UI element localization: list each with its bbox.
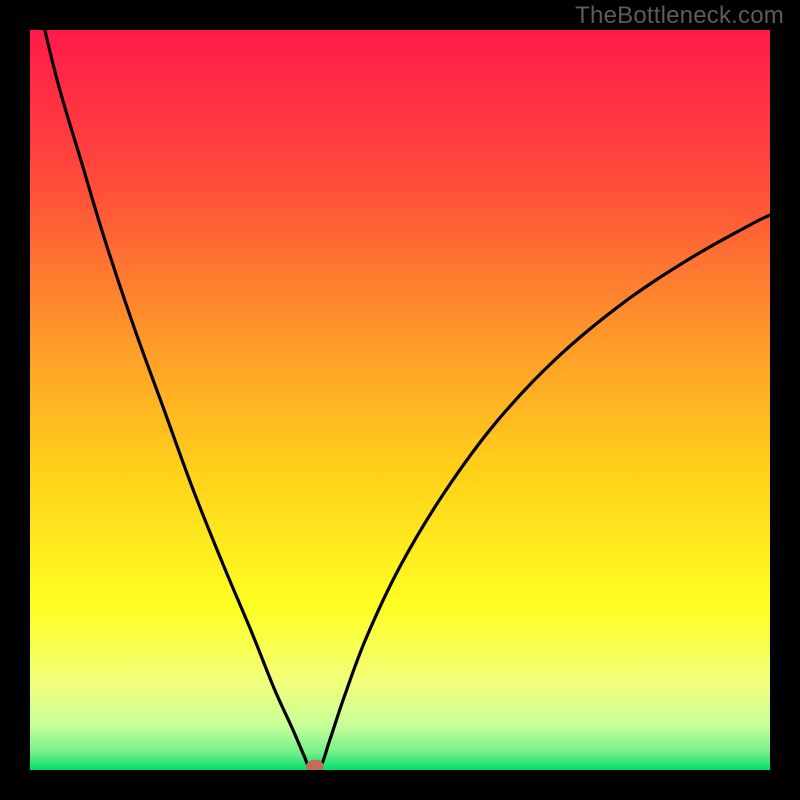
bottleneck-chart [30, 30, 770, 770]
watermark-text: TheBottleneck.com [575, 2, 784, 30]
chart-frame: TheBottleneck.com [0, 0, 800, 800]
plot-area [30, 30, 770, 770]
gradient-background [30, 30, 770, 770]
